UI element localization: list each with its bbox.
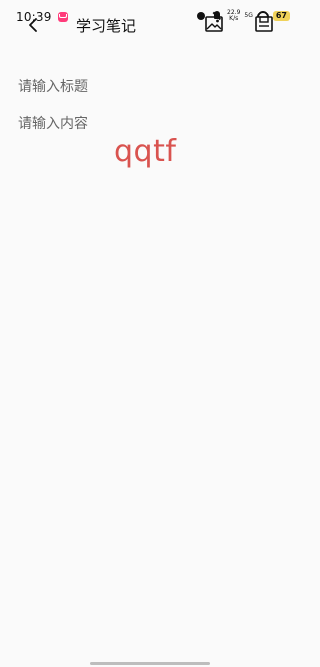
wifi-icon: [257, 11, 269, 21]
status-right: 22.9 K/s 5G 67: [195, 10, 290, 22]
status-left: 10:39: [16, 10, 68, 24]
battery-indicator: 67: [272, 11, 290, 21]
overlay-text: qqtf: [114, 134, 177, 169]
alarm-icon: [195, 10, 207, 22]
status-time: 10:39: [16, 10, 52, 24]
network-type: 5G: [244, 12, 253, 19]
status-bar: 10:39 22.9 K/s 5G 67: [0, 0, 300, 28]
content-input[interactable]: [18, 112, 282, 136]
mute-icon: [211, 10, 223, 22]
network-speed: 22.9 K/s: [227, 10, 240, 22]
screen: 10:39 22.9 K/s 5G 67 学习笔记 请输入标题 请输入内容 qq…: [0, 0, 300, 667]
title-input[interactable]: [18, 75, 282, 99]
home-indicator[interactable]: [90, 662, 210, 665]
speed-unit: K/s: [229, 15, 239, 22]
app-notification-icon: [57, 12, 68, 22]
